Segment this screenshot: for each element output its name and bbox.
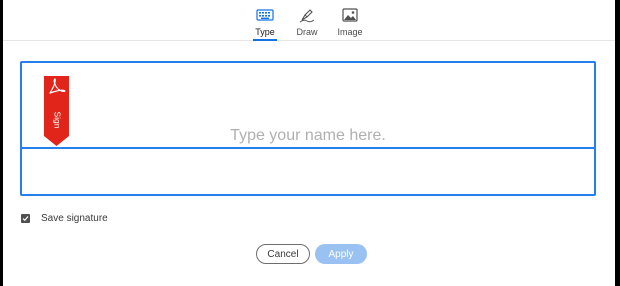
signature-dialog: Type Draw Image Sign Type your name here… bbox=[3, 0, 615, 286]
keyboard-icon bbox=[256, 9, 274, 21]
image-icon bbox=[342, 8, 358, 22]
save-signature-label: Save signature bbox=[41, 212, 108, 224]
checkmark-icon bbox=[22, 215, 29, 221]
tab-draw-label: Draw bbox=[296, 27, 318, 37]
signature-baseline bbox=[22, 147, 594, 149]
apply-button[interactable]: Apply bbox=[315, 244, 367, 264]
sign-here-flag: Sign bbox=[44, 76, 69, 146]
active-tab-indicator bbox=[253, 39, 277, 41]
pen-icon bbox=[299, 9, 315, 23]
tab-image[interactable]: Image bbox=[325, 7, 375, 40]
sign-flag-text: Sign bbox=[52, 111, 62, 128]
signature-name-input[interactable] bbox=[132, 125, 484, 147]
tab-image-label: Image bbox=[337, 27, 363, 37]
signature-mode-tabs: Type Draw Image bbox=[3, 0, 615, 41]
save-signature-checkbox[interactable] bbox=[21, 213, 30, 223]
cancel-button[interactable]: Cancel bbox=[256, 244, 310, 264]
signature-area[interactable]: Sign bbox=[20, 61, 596, 196]
tab-type-label: Type bbox=[255, 27, 275, 37]
save-signature-option[interactable]: Save signature bbox=[21, 211, 108, 225]
